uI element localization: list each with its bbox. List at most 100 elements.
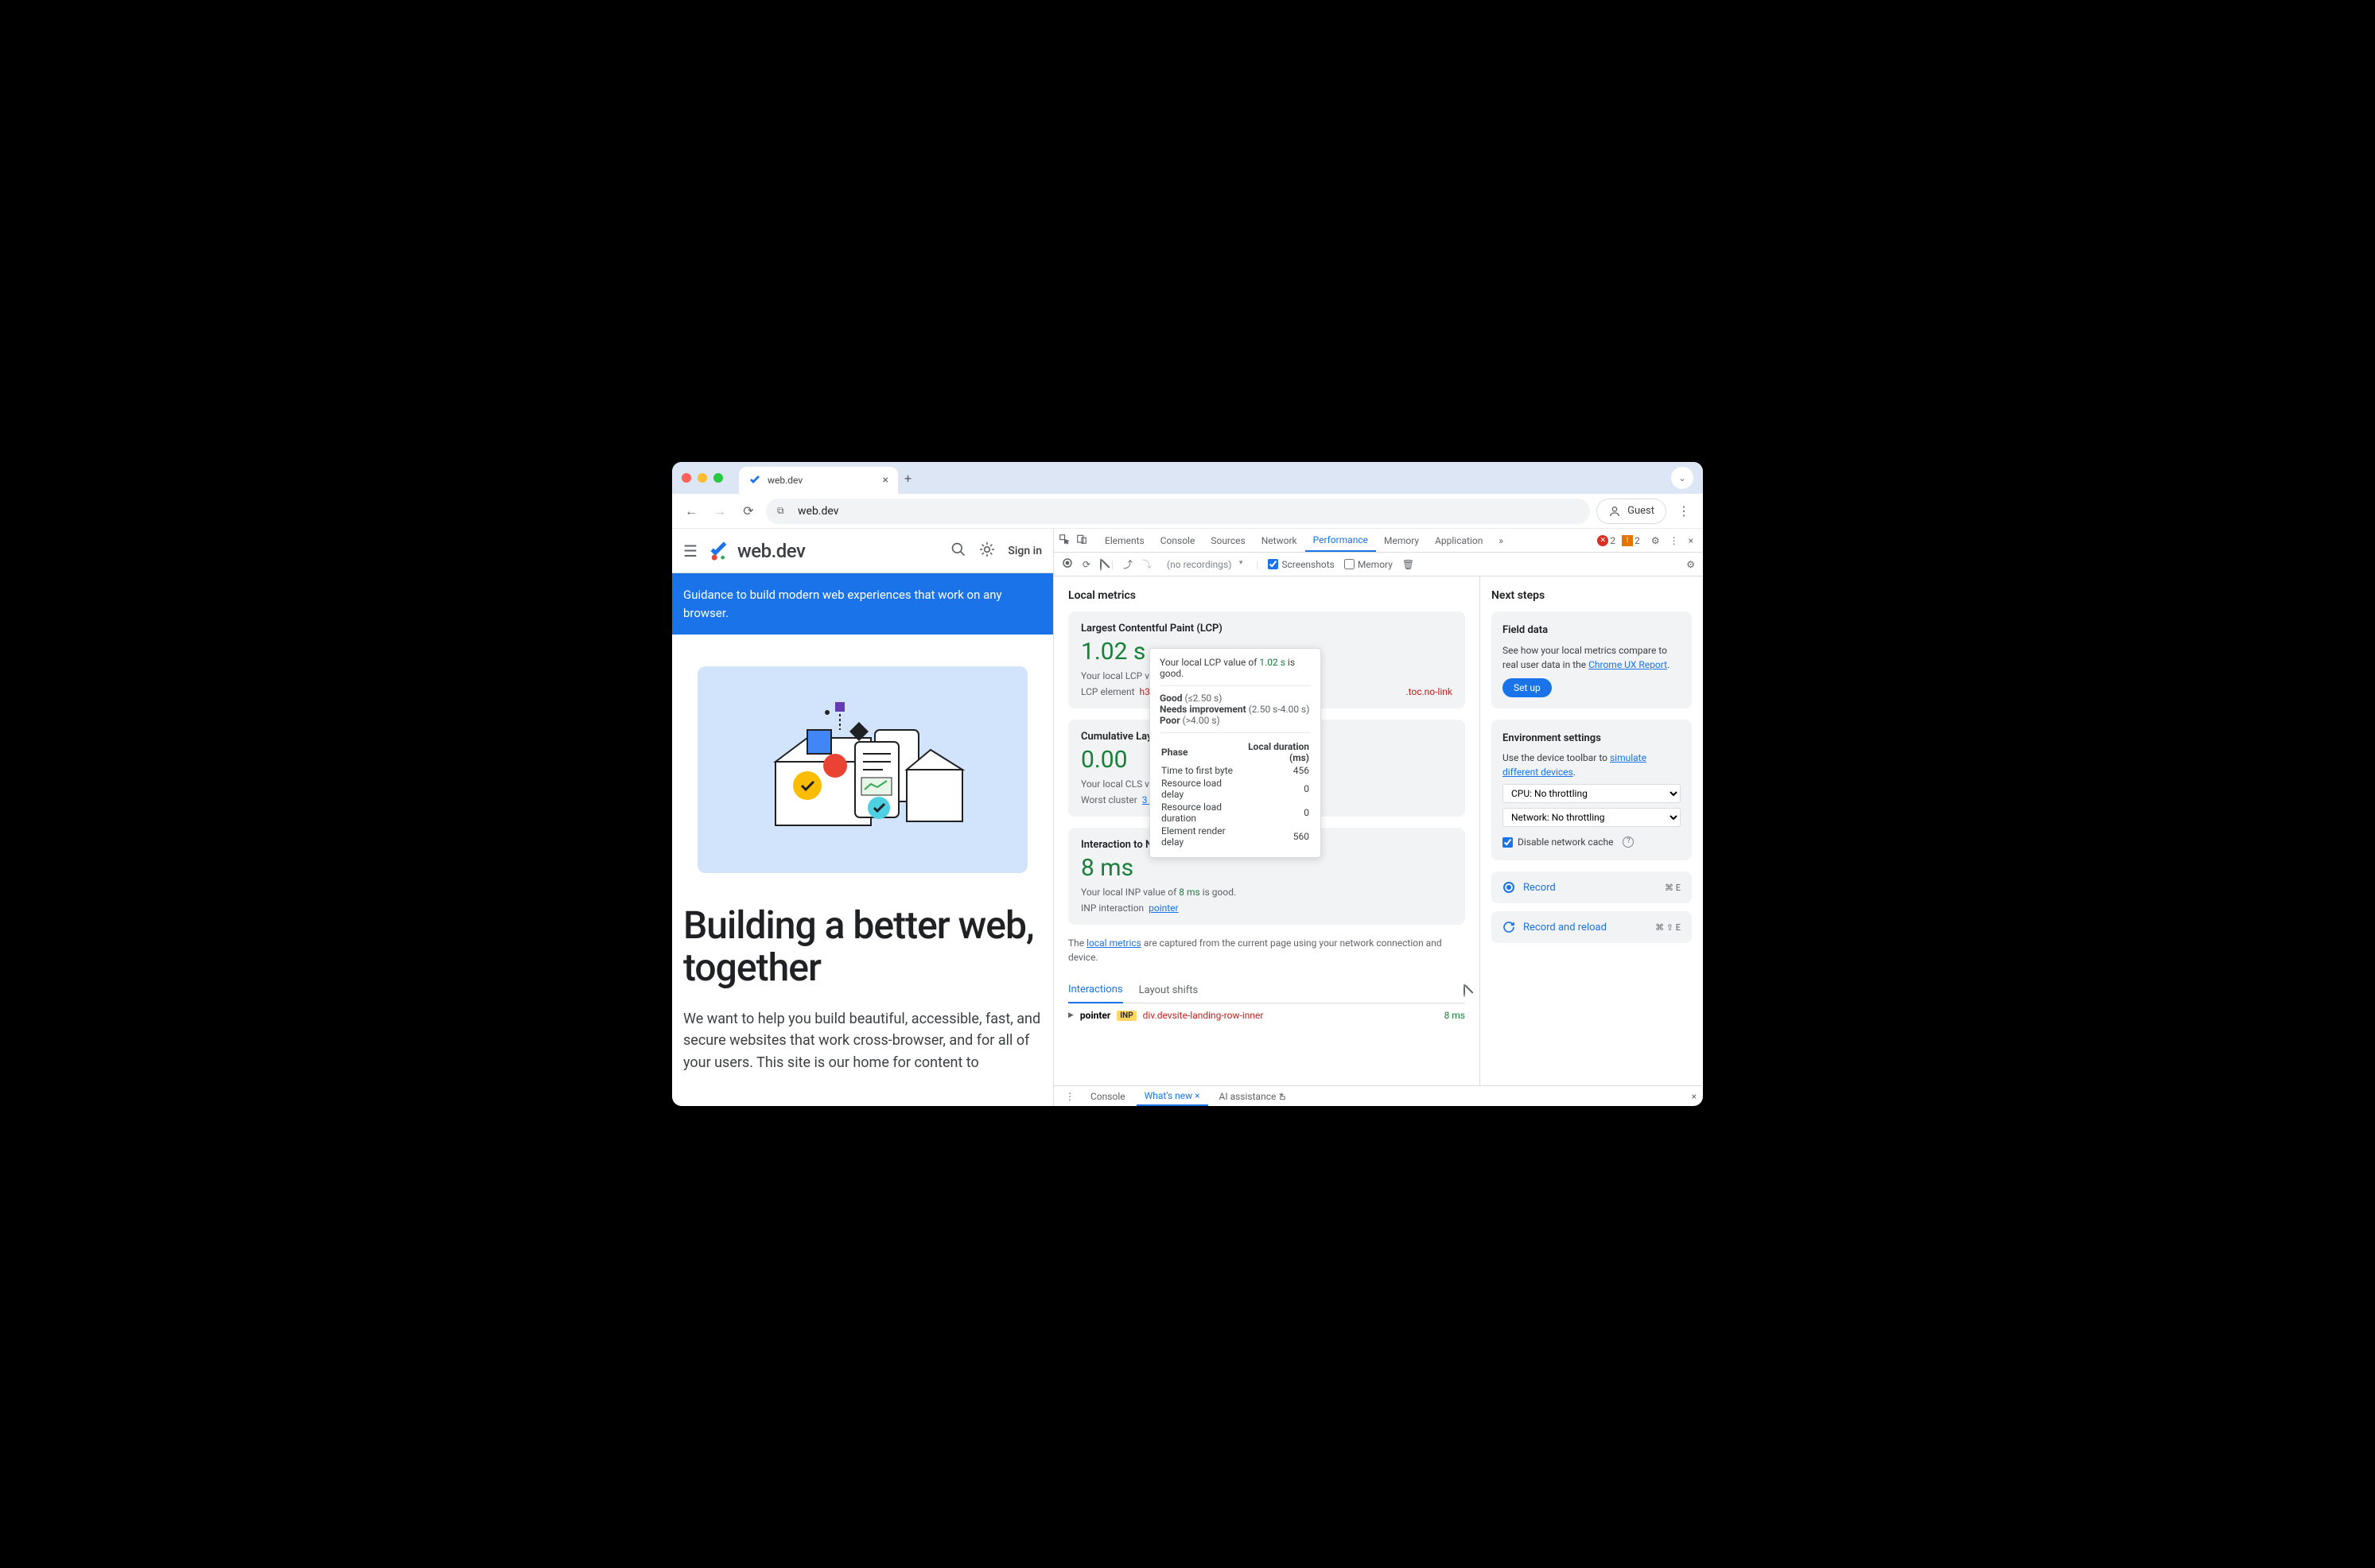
crux-link[interactable]: Chrome UX Report — [1588, 659, 1667, 670]
drawer-whatsnew[interactable]: What's new × — [1137, 1086, 1208, 1106]
site-logo[interactable]: web.dev — [707, 539, 805, 563]
memory-checkbox[interactable]: Memory — [1344, 559, 1393, 570]
browser-menu-icon[interactable]: ⋮ — [1673, 503, 1695, 518]
record-button[interactable]: Record ⌘ E — [1491, 871, 1692, 903]
devtools-panel: Elements Console Sources Network Perform… — [1054, 529, 1703, 1106]
metrics-note: The local metrics are captured from the … — [1068, 936, 1465, 964]
help-icon[interactable]: ? — [1623, 836, 1634, 848]
tab-sources[interactable]: Sources — [1203, 529, 1253, 552]
clear-interactions-icon[interactable] — [1463, 984, 1465, 996]
reload-record-icon[interactable]: ⟳ — [1083, 559, 1090, 570]
tab-performance[interactable]: Performance — [1305, 529, 1376, 552]
reload-button[interactable]: ⟳ — [737, 500, 760, 522]
field-data-card: Field data See how your local metrics co… — [1491, 611, 1692, 708]
profile-label: Guest — [1627, 505, 1654, 517]
record-shortcut: ⌘ E — [1665, 883, 1681, 893]
local-metrics-link[interactable]: local metrics — [1086, 937, 1141, 949]
interaction-selector: div.devsite-landing-row-inner — [1143, 1010, 1264, 1021]
next-steps-panel: Next steps Field data See how your local… — [1480, 576, 1703, 1085]
close-tab-icon[interactable]: × — [883, 474, 888, 487]
tab-favicon — [748, 474, 761, 487]
disable-cache-checkbox[interactable]: Disable network cache ? — [1502, 835, 1681, 849]
record-icon[interactable] — [1062, 557, 1073, 571]
warning-badge[interactable]: !2 — [1622, 535, 1640, 546]
clear-icon[interactable] — [1100, 559, 1102, 570]
performance-toolbar: ⟳ | ⤴ ⤵ (no recordings) | Screenshots Me… — [1054, 553, 1703, 576]
tab-network[interactable]: Network — [1254, 529, 1305, 552]
inp-value: 8 ms — [1081, 854, 1452, 882]
next-steps-title: Next steps — [1491, 589, 1692, 602]
theme-toggle-icon[interactable] — [979, 541, 995, 561]
browser-toolbar: ← → ⟳ ⧉ web.dev Guest ⋮ — [672, 494, 1703, 529]
drawer-console[interactable]: Console — [1083, 1086, 1133, 1106]
close-devtools-icon[interactable]: × — [1684, 535, 1698, 546]
record-reload-button[interactable]: Record and reload ⌘ ⇧ E — [1491, 911, 1692, 943]
lcp-title: Largest Contentful Paint (LCP) — [1081, 623, 1452, 635]
tab-layout-shifts[interactable]: Layout shifts — [1139, 978, 1199, 1003]
search-icon[interactable] — [950, 541, 966, 561]
error-badge[interactable]: ✕2 — [1597, 535, 1615, 546]
sign-in-button[interactable]: Sign in — [1008, 545, 1042, 557]
tab-title: web.dev — [768, 475, 803, 486]
tab-application[interactable]: Application — [1427, 529, 1491, 552]
interaction-kind: pointer — [1080, 1010, 1110, 1021]
devtools-drawer: ⋮ Console What's new × AI assistance × — [1054, 1085, 1703, 1106]
site-info-icon[interactable]: ⧉ — [777, 505, 790, 517]
titlebar: web.dev × + ⌄ — [672, 462, 1703, 494]
tab-interactions[interactable]: Interactions — [1068, 977, 1123, 1003]
new-tab-button[interactable]: + — [904, 471, 912, 486]
interaction-row[interactable]: ▶ pointer INP div.devsite-landing-row-in… — [1068, 1003, 1465, 1027]
browser-tab[interactable]: web.dev × — [739, 467, 898, 494]
tab-elements[interactable]: Elements — [1097, 529, 1153, 552]
network-throttle-select[interactable]: Network: No throttling — [1502, 808, 1681, 827]
close-whatsnew-icon[interactable]: × — [1195, 1090, 1199, 1101]
minimize-window-button[interactable] — [698, 473, 707, 483]
tabstrip-dropdown-icon[interactable]: ⌄ — [1671, 467, 1693, 489]
page-viewport: ☰ web.dev Sign in Guidance — [672, 529, 1054, 1106]
maximize-window-button[interactable] — [713, 473, 723, 483]
field-data-title: Field data — [1502, 623, 1681, 638]
site-header: ☰ web.dev Sign in — [672, 529, 1053, 573]
download-icon[interactable]: ⤵ — [1142, 557, 1152, 571]
hero-title: Building a better web, together — [683, 905, 1042, 989]
interactions-tabs: Interactions Layout shifts — [1068, 977, 1465, 1003]
profile-chip[interactable]: Guest — [1596, 499, 1666, 524]
close-window-button[interactable] — [682, 473, 691, 483]
menu-icon[interactable]: ☰ — [683, 541, 698, 561]
devtools-menu-icon[interactable]: ⋮ — [1665, 535, 1684, 546]
drawer-ai[interactable]: AI assistance — [1211, 1086, 1296, 1106]
forward-button[interactable]: → — [709, 500, 731, 522]
gc-icon[interactable]: 🗑 — [1402, 559, 1414, 570]
environment-card: Environment settings Use the device tool… — [1491, 720, 1692, 861]
hero-section: Building a better web, together We want … — [672, 635, 1053, 1074]
record-reload-label: Record and reload — [1523, 922, 1607, 933]
recordings-select[interactable]: (no recordings) — [1161, 557, 1246, 572]
panel-settings-icon[interactable]: ⚙ — [1686, 559, 1695, 570]
omnibox[interactable]: ⧉ web.dev — [766, 499, 1590, 524]
setup-button[interactable]: Set up — [1502, 678, 1552, 697]
back-button[interactable]: ← — [680, 500, 702, 522]
lcp-tooltip: Your local LCP value of 1.02 s is good. … — [1149, 648, 1321, 858]
close-drawer-icon[interactable]: × — [1692, 1091, 1697, 1102]
cpu-throttle-select[interactable]: CPU: No throttling — [1502, 784, 1681, 803]
settings-icon[interactable]: ⚙ — [1646, 535, 1665, 546]
screenshots-checkbox[interactable]: Screenshots — [1268, 559, 1334, 570]
device-toolbar-icon[interactable] — [1076, 534, 1087, 547]
tab-memory[interactable]: Memory — [1376, 529, 1427, 552]
more-tabs-icon[interactable]: » — [1491, 529, 1511, 552]
inspect-element-icon[interactable] — [1059, 534, 1070, 547]
inp-sub: Your local INP value of 8 ms is good. — [1081, 887, 1452, 898]
hero-illustration — [698, 666, 1028, 873]
inp-interaction-link[interactable]: pointer — [1149, 902, 1178, 914]
tab-console[interactable]: Console — [1153, 529, 1203, 552]
expand-icon[interactable]: ▶ — [1068, 1011, 1074, 1019]
logo-text: web.dev — [737, 540, 805, 562]
window-controls — [682, 473, 723, 483]
local-metrics-title: Local metrics — [1068, 589, 1465, 602]
upload-icon[interactable]: ⤴ — [1123, 557, 1133, 571]
drawer-menu-icon[interactable]: ⋮ — [1060, 1091, 1079, 1102]
inp-interaction-row: INP interaction pointer — [1081, 902, 1452, 914]
interaction-time: 8 ms — [1444, 1010, 1465, 1021]
record-label: Record — [1523, 882, 1556, 894]
record-reload-shortcut: ⌘ ⇧ E — [1655, 922, 1681, 933]
